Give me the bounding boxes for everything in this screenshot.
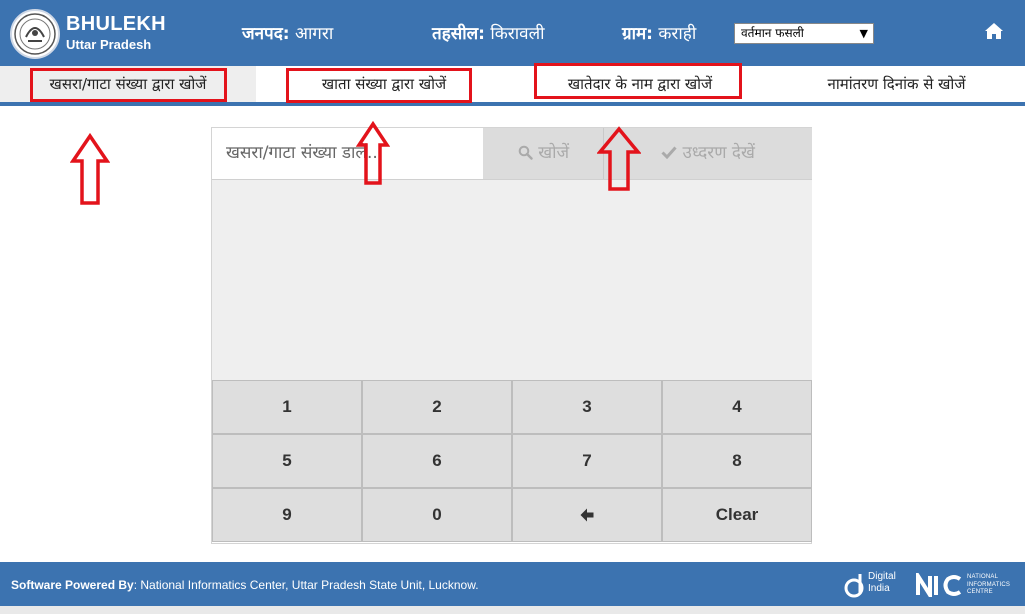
backspace-arrow-icon xyxy=(580,508,594,522)
key-5[interactable]: 5 xyxy=(212,434,362,488)
footer-credit: Software Powered By: National Informatic… xyxy=(11,578,479,592)
key-backspace[interactable] xyxy=(512,488,662,542)
footer-credit-label: Software Powered By xyxy=(11,578,134,592)
district-value: आगरा xyxy=(294,24,334,44)
annotation-arrow-khasra xyxy=(70,133,110,205)
key-6[interactable]: 6 xyxy=(362,434,512,488)
tabs-underline xyxy=(0,102,1025,106)
district-info: जनपद: आगरा xyxy=(242,21,333,44)
key-0[interactable]: 0 xyxy=(362,488,512,542)
bottom-strip xyxy=(0,606,1025,614)
key-8[interactable]: 8 xyxy=(662,434,812,488)
brand-title: BHULEKH xyxy=(66,13,166,35)
key-9[interactable]: 9 xyxy=(212,488,362,542)
nic-line3: CENTRE xyxy=(967,589,993,595)
district-label: जनपद: xyxy=(242,24,290,44)
season-select-value: वर्तमान फसली xyxy=(741,26,804,40)
up-emblem-logo xyxy=(10,9,60,59)
check-icon xyxy=(661,146,677,160)
tab-mutation-date-search[interactable]: नामांतरण दिनांक से खोजें xyxy=(768,66,1025,102)
annotation-arrow-khata xyxy=(356,121,390,185)
search-panel: खसरा/गाटा संख्या डालें... खोजें उध्दरण द… xyxy=(211,127,812,544)
page-root: BHULEKH Uttar Pradesh जनपद: आगरा तहसील: … xyxy=(0,0,1025,614)
brand-subtitle: Uttar Pradesh xyxy=(66,37,152,52)
key-7[interactable]: 7 xyxy=(512,434,662,488)
village-info: ग्राम: कराही xyxy=(622,21,696,44)
search-icon xyxy=(518,145,533,160)
village-value: कराही xyxy=(658,24,697,44)
search-button-label: खोजें xyxy=(538,143,570,163)
nic-line1: NATIONAL xyxy=(967,574,999,580)
key-1[interactable]: 1 xyxy=(212,380,362,434)
app-footer: Software Powered By: National Informatic… xyxy=(0,562,1025,606)
annotation-arrow-owner xyxy=(597,126,641,191)
view-extract-label: उध्दरण देखें xyxy=(682,143,755,163)
annotation-box-khata xyxy=(286,68,472,103)
key-clear[interactable]: Clear xyxy=(662,488,812,542)
nic-line2: INFORMATICS xyxy=(967,581,1011,588)
digital-india-line1: Digital xyxy=(868,571,896,582)
home-icon[interactable] xyxy=(984,22,1004,40)
key-4[interactable]: 4 xyxy=(662,380,812,434)
digital-india-logo: Digital India xyxy=(842,570,904,600)
season-select[interactable]: वर्तमान फसली ▼ xyxy=(734,23,874,44)
search-button[interactable]: खोजें xyxy=(484,128,604,179)
results-area xyxy=(212,179,812,380)
nic-logo: NATIONAL INFORMATICS CENTRE xyxy=(916,570,1016,600)
village-label: ग्राम: xyxy=(622,24,653,44)
app-header: BHULEKH Uttar Pradesh जनपद: आगरा तहसील: … xyxy=(0,0,1025,66)
tehsil-info: तहसील: किरावली xyxy=(432,21,545,44)
tehsil-value: किरावली xyxy=(490,24,545,44)
key-2[interactable]: 2 xyxy=(362,380,512,434)
annotation-box-owner xyxy=(534,63,742,99)
digital-india-line2: India xyxy=(868,583,890,594)
key-3[interactable]: 3 xyxy=(512,380,662,434)
chevron-down-icon: ▼ xyxy=(859,27,868,40)
numeric-keypad: 1 2 3 4 5 6 7 8 9 0 Clear xyxy=(212,380,812,544)
annotation-box-khasra xyxy=(30,68,227,102)
tehsil-label: तहसील: xyxy=(432,24,485,44)
khasra-search-input[interactable]: खसरा/गाटा संख्या डालें... xyxy=(212,128,484,179)
footer-credit-text: : National Informatics Center, Uttar Pra… xyxy=(133,578,479,592)
